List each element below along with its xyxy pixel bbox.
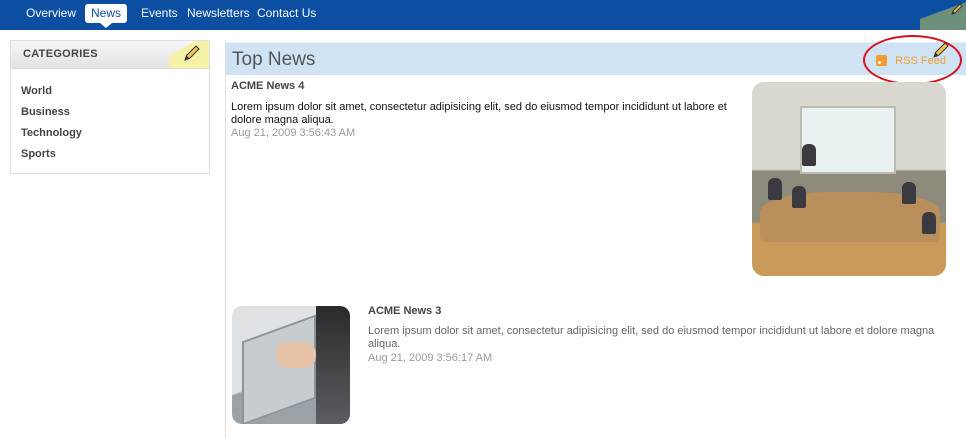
article-thumbnail[interactable] [232,306,350,424]
person-figure [768,178,782,200]
typing-hands [276,342,316,368]
category-item-sports[interactable]: Sports [21,147,209,168]
active-nav-pointer [100,23,112,28]
page-edit-corner[interactable] [920,0,966,30]
article-body: Lorem ipsum dolor sit amet, consectetur … [368,325,935,350]
article-title[interactable]: ACME News 4 [231,80,304,92]
article-date: Aug 21, 2009 3:56:17 AM [368,352,493,364]
category-item-technology[interactable]: Technology [21,126,209,147]
article-date: Aug 21, 2009 3:56:43 AM [231,127,356,139]
person-figure [902,182,916,204]
news-section: Top News RSS Feed ACME News 4 Lorem ipsu… [225,35,966,438]
pencil-icon[interactable] [950,2,964,21]
article-title[interactable]: ACME News 3 [368,305,441,317]
category-item-world[interactable]: World [21,84,209,105]
nav-item-overview[interactable]: Overview [20,4,82,23]
categories-title: CATEGORIES [23,48,98,60]
news-title: Top News [232,49,316,70]
pencil-icon[interactable] [932,41,950,64]
suit-sleeve [316,306,350,424]
categories-panel: CATEGORIES World Business Technology Spo… [10,40,210,174]
pencil-icon[interactable] [183,44,201,73]
category-item-business[interactable]: Business [21,105,209,126]
article-thumbnail[interactable] [752,82,946,276]
person-figure [792,186,806,208]
person-figure [922,212,936,234]
nav-item-events[interactable]: Events [135,4,184,23]
article-body: Lorem ipsum dolor sit amet, consectetur … [231,101,727,126]
nav-item-newsletters[interactable]: Newsletters [181,4,256,23]
category-list: World Business Technology Sports [11,69,209,168]
laptop-keyboard [242,314,316,424]
nav-item-news[interactable]: News [85,4,128,23]
categories-header: CATEGORIES [11,41,209,69]
news-header: Top News RSS Feed [226,35,966,85]
person-figure [802,144,816,166]
nav-item-contact-us[interactable]: Contact Us [251,4,322,23]
top-navigation: Overview News Events Newsletters Contact… [0,0,966,30]
